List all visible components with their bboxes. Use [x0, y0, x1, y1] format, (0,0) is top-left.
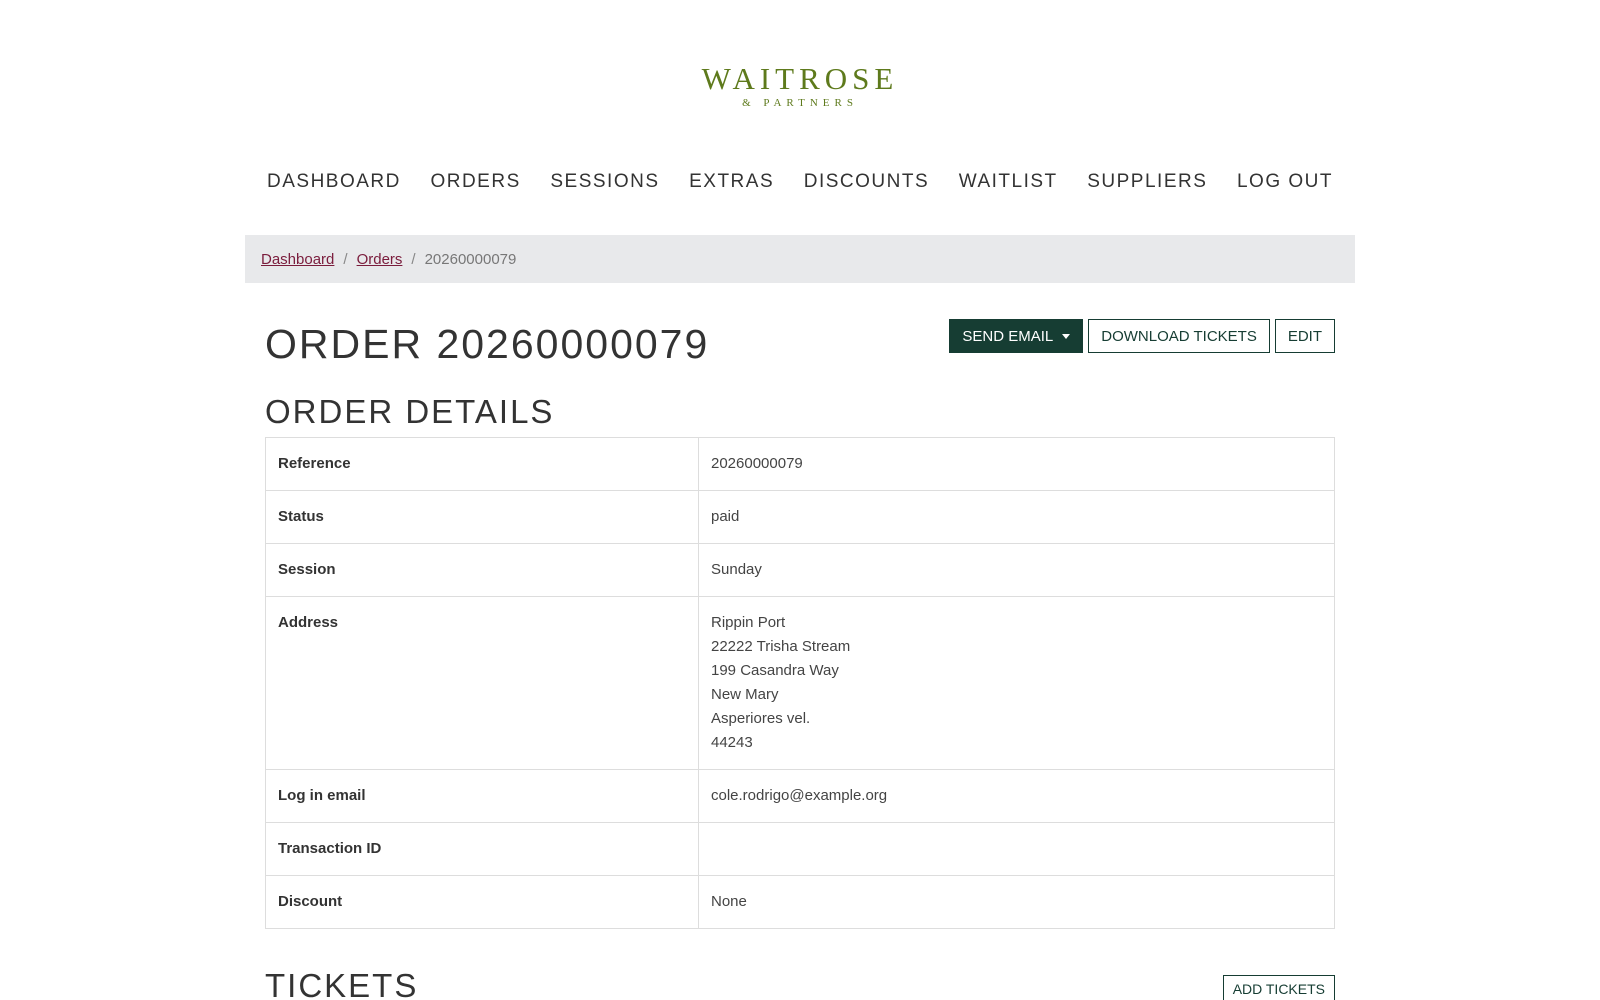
nav-dashboard[interactable]: DASHBOARD — [267, 168, 401, 196]
address-line: Rippin Port — [711, 614, 786, 631]
breadcrumb-separator: / — [343, 250, 348, 268]
breadcrumb: Dashboard / Orders / 20260000079 — [245, 235, 1355, 283]
nav-discounts[interactable]: DISCOUNTS — [804, 168, 929, 196]
caret-down-icon — [1062, 333, 1071, 339]
logo-wordmark: WAITROSE — [701, 61, 899, 96]
table-row: Transaction ID — [265, 822, 1335, 876]
login-email-value: cole.rodrigo@example.org — [698, 769, 1335, 823]
main-nav: DASHBOARD ORDERS SESSIONS EXTRAS DISCOUN… — [245, 168, 1355, 196]
reference-label: Reference — [265, 437, 699, 491]
download-tickets-button[interactable]: DOWNLOAD TICKETS — [1088, 319, 1270, 353]
table-row: Session Sunday — [265, 543, 1335, 597]
address-line: 22222 Trisha Stream — [711, 638, 851, 655]
add-tickets-button[interactable]: ADD TICKETS — [1222, 975, 1335, 1000]
session-label: Session — [265, 543, 699, 597]
nav-orders[interactable]: ORDERS — [430, 168, 520, 196]
nav-extras[interactable]: EXTRAS — [689, 168, 774, 196]
discount-label: Discount — [265, 875, 699, 929]
table-row: Address Rippin Port 22222 Trisha Stream … — [265, 596, 1335, 770]
table-row: Log in email cole.rodrigo@example.org — [265, 769, 1335, 823]
send-email-button[interactable]: SEND EMAIL — [949, 319, 1084, 353]
reference-value: 20260000079 — [698, 437, 1335, 491]
nav-log-out[interactable]: LOG OUT — [1237, 168, 1333, 196]
transaction-id-value — [698, 822, 1335, 876]
breadcrumb-separator: / — [411, 250, 416, 268]
address-value: Rippin Port 22222 Trisha Stream 199 Casa… — [698, 596, 1335, 770]
status-value: paid — [698, 490, 1335, 544]
order-details-heading: ORDER DETAILS — [265, 393, 555, 430]
session-value: Sunday — [698, 543, 1335, 597]
breadcrumb-orders[interactable]: Orders — [357, 251, 403, 268]
edit-button[interactable]: EDIT — [1274, 319, 1335, 353]
table-row: Status paid — [265, 490, 1335, 544]
send-email-label: SEND EMAIL — [962, 327, 1054, 345]
nav-waitlist[interactable]: WAITLIST — [959, 168, 1058, 196]
tickets-heading: TICKETS — [265, 967, 419, 1000]
address-label: Address — [265, 596, 699, 770]
breadcrumb-current: 20260000079 — [424, 250, 517, 268]
address-line: New Mary — [711, 686, 779, 703]
waitrose-logo[interactable]: WAITROSE & PARTNERS — [0, 62, 1600, 110]
login-email-label: Log in email — [265, 769, 699, 823]
page-title: ORDER 20260000079 — [265, 321, 710, 367]
nav-sessions[interactable]: SESSIONS — [550, 168, 659, 196]
table-row: Reference 20260000079 — [265, 437, 1335, 491]
logo-subtitle: & PARTNERS — [742, 97, 858, 109]
address-line: Asperiores vel. — [711, 710, 811, 727]
address-line: 44243 — [711, 734, 753, 751]
order-actions: SEND EMAIL DOWNLOAD TICKETS EDIT — [949, 319, 1335, 353]
discount-value: None — [698, 875, 1335, 929]
address-line: 199 Casandra Way — [711, 662, 839, 679]
table-row: Discount None — [265, 875, 1335, 929]
nav-suppliers[interactable]: SUPPLIERS — [1087, 168, 1207, 196]
order-details-table: Reference 20260000079 Status paid Sessio… — [265, 437, 1335, 929]
transaction-id-label: Transaction ID — [265, 822, 699, 876]
breadcrumb-dashboard[interactable]: Dashboard — [261, 251, 334, 268]
status-label: Status — [265, 490, 699, 544]
